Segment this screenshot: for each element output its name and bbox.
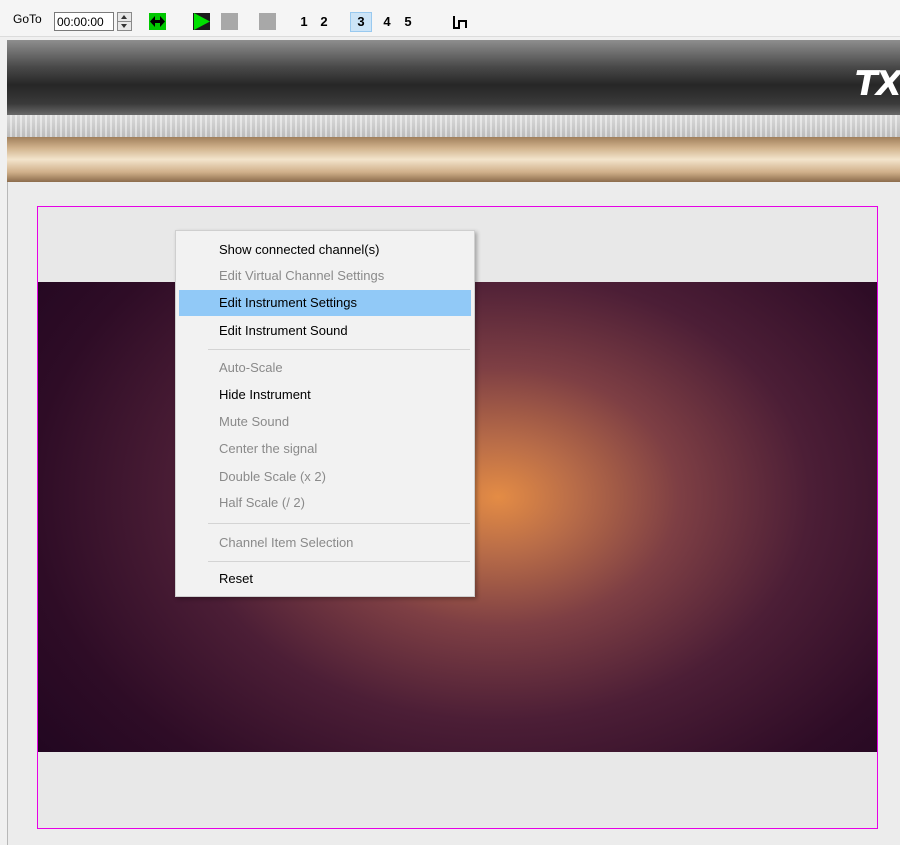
menu-item-show-connected-channels[interactable]: Show connected channel(s) [179,237,471,263]
pause-button[interactable] [221,13,238,30]
time-spinner[interactable] [117,12,132,31]
page-button-5[interactable]: 5 [399,12,417,32]
menu-item-auto-scale[interactable]: Auto-Scale [179,355,471,381]
bronze-bar [7,137,900,182]
goto-label: GoTo [13,12,42,26]
goto-time-input[interactable] [54,12,114,31]
menu-item-center-signal[interactable]: Center the signal [179,436,471,462]
menu-item-double-scale[interactable]: Double Scale (x 2) [179,464,471,490]
decorative-stripe [7,115,900,137]
page-button-4[interactable]: 4 [378,12,396,32]
menu-item-hide-instrument[interactable]: Hide Instrument [179,382,471,408]
menu-item-edit-virtual-channel-settings[interactable]: Edit Virtual Channel Settings [179,263,471,289]
play-icon [194,13,210,30]
double-arrow-icon [150,16,165,27]
menu-item-edit-instrument-sound[interactable]: Edit Instrument Sound [179,318,471,344]
page-button-1[interactable]: 1 [295,12,313,32]
step-signal-icon[interactable] [452,16,468,30]
menu-item-edit-instrument-settings[interactable]: Edit Instrument Settings [179,290,471,316]
brand-logo: TX [854,64,900,104]
menu-item-mute-sound[interactable]: Mute Sound [179,409,471,435]
toolbar: GoTo 1 2 3 4 5 [0,0,900,37]
menu-item-reset[interactable]: Reset [179,566,471,592]
menu-separator [208,349,470,350]
context-menu: Show connected channel(s) Edit Virtual C… [175,230,475,597]
fit-range-button[interactable] [149,13,166,30]
page-button-3[interactable]: 3 [350,12,372,32]
spin-up-icon[interactable] [118,13,131,22]
menu-separator [208,561,470,562]
menu-separator [208,523,470,524]
spin-down-icon[interactable] [118,22,131,30]
menu-item-half-scale[interactable]: Half Scale (/ 2) [179,490,471,516]
stop-button[interactable] [259,13,276,30]
page-button-2[interactable]: 2 [315,12,333,32]
play-button[interactable] [193,13,210,30]
header-banner: TX [7,40,900,115]
menu-item-channel-item-selection[interactable]: Channel Item Selection [179,530,471,556]
